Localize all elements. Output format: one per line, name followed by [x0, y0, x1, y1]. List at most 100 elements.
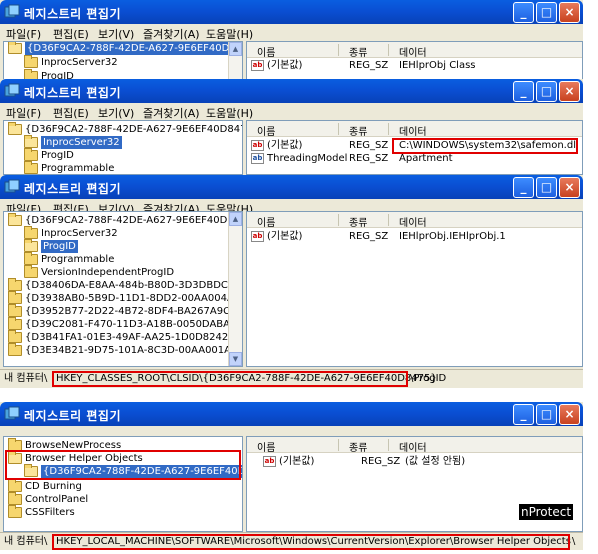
minimize-button[interactable]: _: [513, 177, 534, 198]
tree-node-label: {D36F9CA2-788F-42DE-A627-9E6EF40D8475}: [25, 124, 243, 135]
tree-node-label: {D3938AB0-5B9D-11D1-8DD2-00AA004ABD5E}: [25, 293, 242, 304]
folder-icon: [8, 438, 22, 451]
menu-edit[interactable]: 편집(E): [53, 26, 89, 42]
column-divider[interactable]: [338, 44, 339, 56]
close-button[interactable]: ×: [559, 2, 580, 23]
column-name[interactable]: 이름: [257, 214, 275, 229]
column-divider[interactable]: [388, 439, 389, 451]
column-data[interactable]: 데이터: [399, 44, 427, 59]
value-row[interactable]: ab ThreadingModel REG_SZ Apartment: [251, 152, 571, 165]
status-prefix: 내 컴퓨터\: [4, 536, 48, 547]
minimize-button[interactable]: _: [513, 404, 534, 425]
folder-icon: [24, 226, 38, 239]
maximize-button[interactable]: □: [536, 404, 557, 425]
registry-tree[interactable]: {D36F9CA2-788F-42DE-A627-9E6EF40D8475} I…: [3, 211, 243, 367]
status-prefix: 내 컴퓨터\: [4, 373, 48, 384]
column-divider[interactable]: [388, 44, 389, 56]
maximize-button[interactable]: □: [536, 81, 557, 102]
minimize-button[interactable]: _: [513, 81, 534, 102]
folder-icon: [24, 148, 38, 161]
folder-icon: [8, 479, 22, 492]
registry-tree[interactable]: BrowseNewProcess Browser Helper Objects …: [3, 436, 243, 532]
value-row[interactable]: ab (기본값) REG_SZ (값 설정 안됨): [263, 455, 563, 468]
folder-icon: [8, 343, 22, 356]
menu-file[interactable]: 파일(F): [6, 105, 41, 121]
column-data[interactable]: 데이터: [399, 439, 427, 454]
tree-scrollbar[interactable]: ▲ ▼: [228, 212, 242, 366]
folder-icon: [8, 278, 22, 291]
menu-help[interactable]: 도움말(H): [206, 26, 253, 42]
menu-edit[interactable]: 편집(E): [53, 105, 89, 121]
column-divider[interactable]: [338, 214, 339, 226]
value-list[interactable]: 이름 종류 데이터 ab (기본값) REG_SZ (값 설정 안됨) nPro…: [246, 436, 583, 532]
column-divider[interactable]: [338, 123, 339, 135]
column-name[interactable]: 이름: [257, 123, 275, 138]
folder-icon: [8, 304, 22, 317]
tree-scrollbar[interactable]: ▲: [228, 42, 242, 81]
title-bar[interactable]: 레지스트리 편집기 _ □ ×: [0, 79, 583, 103]
value-type: REG_SZ: [349, 231, 389, 242]
maximize-button[interactable]: □: [536, 177, 557, 198]
scroll-down-icon[interactable]: ▼: [229, 352, 242, 366]
close-button[interactable]: ×: [559, 177, 580, 198]
scroll-up-icon[interactable]: ▲: [229, 212, 242, 226]
close-button[interactable]: ×: [559, 81, 580, 102]
column-divider[interactable]: [388, 123, 389, 135]
value-row[interactable]: ab (기본값) REG_SZ IEHlprObj.IEHlprObj.1: [251, 230, 571, 243]
title-bar[interactable]: 레지스트리 편집기 _ □ ×: [0, 175, 583, 199]
registry-editor-window-4: 레지스트리 편집기 _ □ × BrowseNewProcess Browser…: [0, 402, 583, 550]
value-name: (기본값): [267, 60, 303, 71]
folder-icon: [8, 330, 22, 343]
title-bar[interactable]: 레지스트리 편집기 _ □ ×: [0, 0, 583, 24]
registry-tree[interactable]: {D36F9CA2-788F-42DE-A627-9E6EF40D8475} I…: [3, 41, 243, 82]
scroll-up-icon[interactable]: ▲: [229, 42, 242, 56]
folder-icon: [24, 55, 38, 68]
list-header: 이름 종류 데이터: [247, 437, 582, 454]
column-name[interactable]: 이름: [257, 44, 275, 59]
column-name[interactable]: 이름: [257, 439, 275, 454]
value-name: ThreadingModel: [267, 153, 348, 164]
column-type[interactable]: 종류: [349, 439, 367, 454]
maximize-button[interactable]: □: [536, 2, 557, 23]
window-title: 레지스트리 편집기: [24, 409, 121, 423]
value-row[interactable]: ab (기본값) REG_SZ IEHlprObj Class: [251, 59, 571, 72]
column-type[interactable]: 종류: [349, 123, 367, 138]
tree-node-label: Programmable: [41, 163, 115, 174]
folder-icon: [24, 252, 38, 265]
value-row[interactable]: ab (기본값) REG_SZ C:\WINDOWS\system32\safe…: [251, 139, 581, 152]
window-title: 레지스트리 편집기: [24, 86, 121, 100]
minimize-button[interactable]: _: [513, 2, 534, 23]
menu-file[interactable]: 파일(F): [6, 26, 41, 42]
value-list[interactable]: 이름 종류 데이터 ab (기본값) REG_SZ IEHlprObj.IEHl…: [246, 211, 583, 367]
value-list[interactable]: 이름 종류 데이터 ab (기본값) REG_SZ C:\WINDOWS\sys…: [246, 120, 583, 175]
folder-icon: [8, 291, 22, 304]
menu-favorites[interactable]: 즐겨찾기(A): [143, 105, 200, 121]
menu-favorites[interactable]: 즐겨찾기(A): [143, 26, 200, 42]
tree-node-label: {D3B41FA1-01E3-49AF-AA25-1D0D824275AE}: [25, 332, 243, 343]
menu-view[interactable]: 보기(V): [98, 105, 134, 121]
tree-node-label: ProgID: [41, 150, 74, 161]
value-type: REG_SZ: [349, 153, 389, 164]
column-divider[interactable]: [388, 214, 389, 226]
column-data[interactable]: 데이터: [399, 123, 427, 138]
list-header: 이름 종류 데이터: [247, 42, 582, 59]
column-divider[interactable]: [338, 439, 339, 451]
tree-node-label: {D39C2081-F470-11D3-A18B-0050DABAF06C}: [25, 319, 243, 330]
folder-icon: [24, 161, 38, 174]
title-bar[interactable]: 레지스트리 편집기 _ □ ×: [0, 402, 583, 426]
value-list[interactable]: 이름 종류 데이터 ab (기본값) REG_SZ IEHlprObj Clas…: [246, 41, 583, 82]
registry-tree[interactable]: {D36F9CA2-788F-42DE-A627-9E6EF40D8475} I…: [3, 120, 243, 175]
status-key-path: HKEY_CLASSES_ROOT\CLSID\{D36F9CA2-788F-4…: [56, 373, 437, 384]
column-type[interactable]: 종류: [349, 214, 367, 229]
tree-node-label: Programmable: [41, 254, 115, 265]
list-header: 이름 종류 데이터: [247, 121, 582, 138]
column-data[interactable]: 데이터: [399, 214, 427, 229]
tree-node-label: {D36F9CA2-788F-42DE-A627-9E6EF40D8475}: [41, 465, 242, 478]
close-button[interactable]: ×: [559, 404, 580, 425]
folder-icon: [8, 492, 22, 505]
value-data: (값 설정 안됨): [405, 456, 466, 467]
value-data: IEHlprObj Class: [399, 60, 476, 71]
column-type[interactable]: 종류: [349, 44, 367, 59]
menu-help[interactable]: 도움말(H): [206, 105, 253, 121]
menu-view[interactable]: 보기(V): [98, 26, 134, 42]
